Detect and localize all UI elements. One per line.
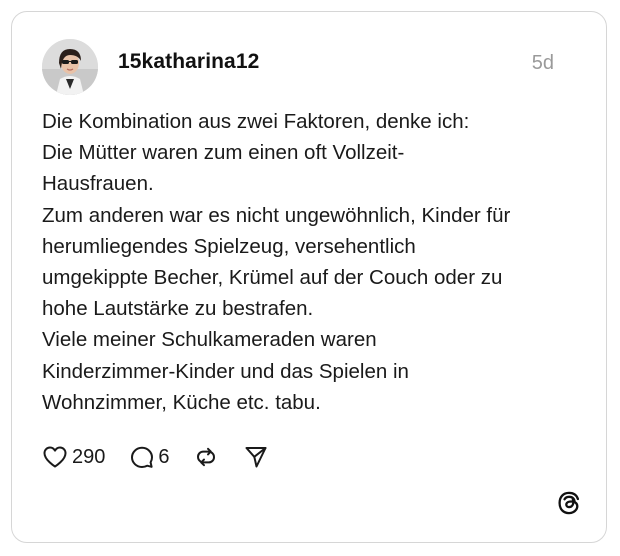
share-button[interactable] xyxy=(244,445,268,469)
post-text-line: Hausfrauen. xyxy=(42,172,154,196)
like-button[interactable]: 290 xyxy=(42,445,105,469)
post-text-line: herumliegendes Spielzeug, versehentlich xyxy=(42,234,416,258)
repost-icon xyxy=(196,447,215,467)
post-timestamp: 5d xyxy=(531,52,554,74)
like-count: 290 xyxy=(72,445,106,468)
action-bar: 290 6 xyxy=(42,442,268,472)
post-text-line: Die Kombination aus zwei Faktoren, denke… xyxy=(42,110,470,133)
paper-plane-icon xyxy=(245,447,266,468)
post-text-line: Kinderzimmer-Kinder und das Spielen in xyxy=(42,359,409,383)
post-text-line: Zum anderen war es nicht ungewöhnlich, K… xyxy=(42,203,511,227)
post-text-line: Wohnzimmer, Küche etc. tabu. xyxy=(42,390,321,414)
threads-logo-icon xyxy=(556,490,582,516)
post-text-line: hohe Lautstärke zu bestrafen. xyxy=(42,297,314,321)
post-text-line: umgekippte Becher, Krümel auf der Couch … xyxy=(42,266,503,290)
post-text-line: Viele meiner Schulkameraden waren xyxy=(42,328,377,352)
avatar-image xyxy=(42,39,98,95)
avatar[interactable] xyxy=(42,39,98,95)
repost-button[interactable] xyxy=(194,445,218,469)
speech-bubble-icon xyxy=(131,446,154,468)
reply-button[interactable]: 6 xyxy=(130,445,170,469)
post-text: Die Kombination aus zwei Faktoren, denke… xyxy=(42,106,582,418)
post-text-line: Die Mütter waren zum einen oft Vollzeit- xyxy=(42,141,405,165)
post-card: 15katharina12 5d Die Kombination aus zwe… xyxy=(11,11,607,543)
heart-icon xyxy=(43,446,67,468)
reply-count: 6 xyxy=(158,445,170,468)
username[interactable]: 15katharina12 xyxy=(118,50,259,74)
